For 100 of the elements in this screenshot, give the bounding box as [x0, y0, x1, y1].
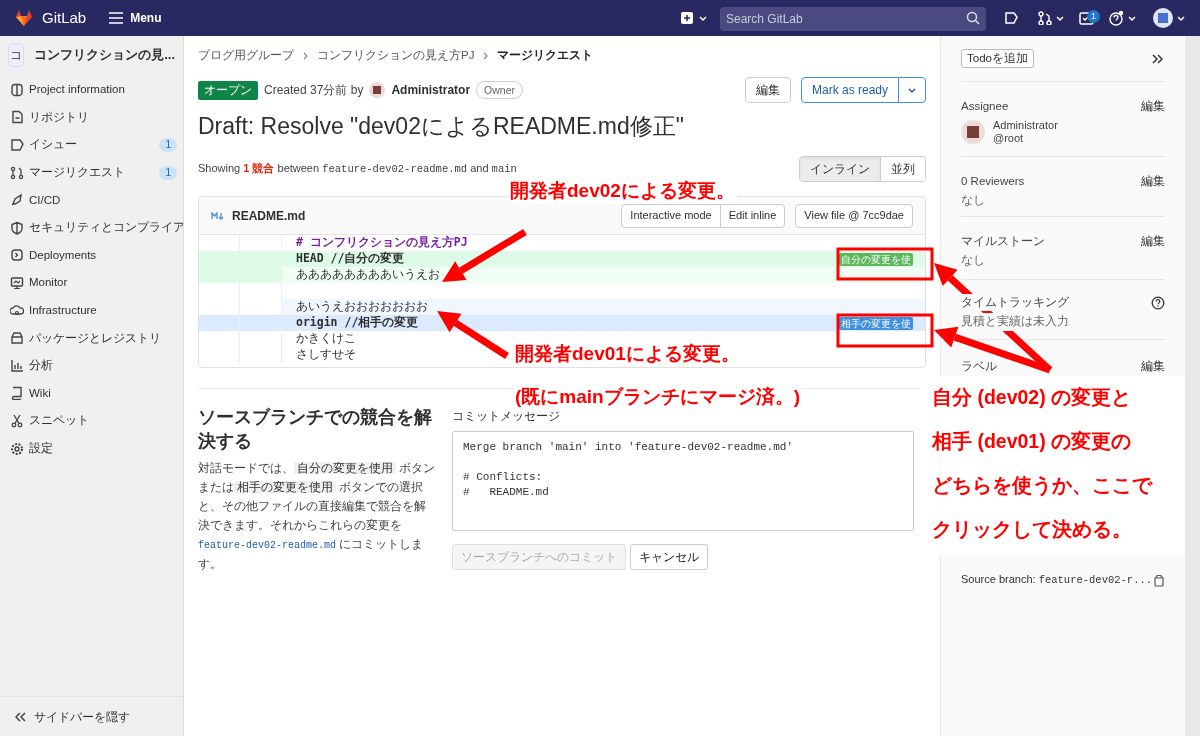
scrollbar[interactable]: [1185, 36, 1200, 736]
sidebar-item[interactable]: Deployments: [0, 241, 183, 270]
chart-icon: [10, 358, 24, 373]
expand-icon[interactable]: [1151, 52, 1163, 65]
collapse-sidebar-button[interactable]: サイドバーを隠す: [0, 696, 183, 736]
conflict-summary: Showing 1 競合 between feature-dev02-readme.md and main: [198, 161, 517, 178]
chevron-right-icon: [482, 52, 490, 60]
double-chevron-left-icon: [14, 710, 26, 723]
callout-text: (既にmainブランチにマージ済。): [513, 384, 802, 410]
caret-icon: [907, 85, 917, 95]
section-heading: ソースブランチでの競合を解決する: [198, 406, 433, 453]
cancel-button[interactable]: キャンセル: [630, 544, 708, 570]
callout-text: クリックして決める。: [932, 517, 1133, 542]
arrow: [437, 311, 509, 359]
sidebar-item[interactable]: CI/CD: [0, 186, 183, 214]
document-icon: [10, 110, 24, 125]
sidebar-item[interactable]: パッケージとレジストリ: [0, 324, 183, 352]
code-line: # コンフリクションの見え方PJ: [296, 234, 468, 251]
sidebar-item[interactable]: スニペット: [0, 407, 183, 435]
status-badge: オープン: [198, 80, 258, 100]
sidebar-item[interactable]: Project information: [0, 76, 183, 104]
view-file-button[interactable]: View file @ 7cc9dae: [795, 203, 913, 228]
sidebar-item[interactable]: イシュー 1: [0, 131, 183, 159]
created-text: Created 37分前 by: [264, 82, 364, 99]
brand-name: GitLab: [42, 7, 87, 28]
count-badge: 1: [159, 138, 177, 152]
edit-link[interactable]: 編集: [1141, 98, 1165, 116]
sidebar-item[interactable]: 分析: [0, 351, 183, 380]
breadcrumb-link[interactable]: ブログ用グループ: [198, 47, 294, 65]
avatar-icon: [1153, 8, 1173, 28]
issues-icon[interactable]: [1004, 11, 1018, 25]
field-value: なし: [961, 252, 985, 270]
merge-icon: [1038, 11, 1052, 25]
shield-icon: [10, 220, 24, 235]
edit-link[interactable]: 編集: [1141, 233, 1165, 251]
todo-icon[interactable]: [1079, 10, 1094, 26]
author-name[interactable]: Administrator: [391, 81, 471, 99]
callout-text: 自分 (dev02) の変更と: [932, 385, 1133, 410]
sidebar-item[interactable]: Monitor: [0, 269, 183, 297]
monitor-icon: [10, 275, 24, 290]
breadcrumb-link[interactable]: マージリクエスト: [497, 47, 594, 65]
code-line: ああああああああいうえお: [296, 266, 440, 284]
page-title: Draft: Resolve "dev02によるREADME.md修正": [198, 112, 685, 141]
caret-icon: [1127, 13, 1137, 23]
issues-icon: [10, 138, 24, 152]
help-icon[interactable]: [1151, 295, 1165, 310]
sidebar-item[interactable]: リポジトリ: [0, 103, 183, 132]
edit-link[interactable]: 編集: [1141, 358, 1165, 376]
edit-inline-button[interactable]: Edit inline: [720, 204, 785, 227]
code-line: さしすせそ: [296, 346, 356, 364]
package-icon: [10, 331, 24, 346]
sidebar-item[interactable]: マージリクエスト 1: [0, 158, 183, 187]
avatar-icon: [369, 82, 386, 98]
help-button[interactable]: [1108, 10, 1137, 26]
help-icon: [1108, 10, 1124, 26]
merge-requests-button[interactable]: [1038, 11, 1065, 25]
menu-button[interactable]: Menu: [108, 9, 162, 27]
field-value: なし: [961, 192, 985, 210]
caret-icon: [1176, 13, 1186, 23]
plus-square-icon: [680, 11, 694, 25]
username: @root: [993, 132, 1025, 146]
scissors-icon: [10, 413, 24, 428]
copy-icon[interactable]: [1153, 573, 1165, 587]
sidebar-item[interactable]: Infrastructure: [0, 296, 183, 325]
breadcrumb-link[interactable]: コンフリクションの見え方PJ: [317, 47, 475, 65]
file-name: README.md: [232, 207, 306, 225]
menu-icon: [108, 11, 125, 25]
assignee-name[interactable]: Administrator: [993, 119, 1058, 133]
markdown-icon: [211, 210, 224, 221]
todo-button[interactable]: Todoを追加: [961, 49, 1034, 68]
count-badge: 1: [159, 165, 177, 180]
code-line: かきくけこ: [296, 330, 356, 348]
deploy-icon: [10, 248, 24, 263]
search-field[interactable]: Search GitLab: [720, 7, 986, 31]
edit-button[interactable]: 編集: [744, 77, 791, 103]
code-line: あいうえおおおおおおお: [296, 298, 428, 315]
callout-text: 開発者dev02による変更。: [508, 178, 737, 204]
field-label: タイムトラッキング: [961, 294, 1069, 312]
project-name[interactable]: コンフリクションの見...: [34, 45, 175, 65]
code-line: origin //相手の変更: [296, 314, 419, 332]
user-menu-button[interactable]: [1153, 8, 1186, 28]
edit-link[interactable]: 編集: [1141, 173, 1165, 191]
view-toggle-tab[interactable]: 並列: [880, 157, 925, 181]
fox-logo-icon: [14, 9, 34, 27]
rocket-icon: [10, 193, 24, 208]
code-line: HEAD //自分の変更: [296, 250, 405, 268]
sidebar-item[interactable]: 設定: [0, 434, 183, 463]
callout-text: どちらを使うか、ここで: [932, 473, 1154, 498]
field-label: コミットメッセージ: [452, 408, 561, 425]
section-description: 対話モードでは、 自分の変更を使用 ボタンまたは 相手の変更を使用 ボタンでの選択と、その他ファイルの直接編集で競合を解決できます。それからこれらの変更を feature-dev02-readme.md にコミットします。: [198, 461, 436, 572]
caret-icon: [1055, 13, 1065, 23]
avatar-icon: [961, 120, 985, 145]
chevron-right-icon: [302, 52, 309, 60]
merge-icon: [10, 165, 24, 180]
cloud-icon: [10, 303, 24, 318]
commit-message-field[interactable]: Merge branch 'main' into 'feature-dev02-readme.md' # Conflicts: # README.md: [452, 431, 914, 531]
new-item-button[interactable]: [680, 11, 708, 25]
info-icon: [10, 82, 24, 97]
view-toggle-tab[interactable]: インライン: [800, 157, 880, 181]
sidebar-item[interactable]: Wiki: [0, 379, 183, 408]
